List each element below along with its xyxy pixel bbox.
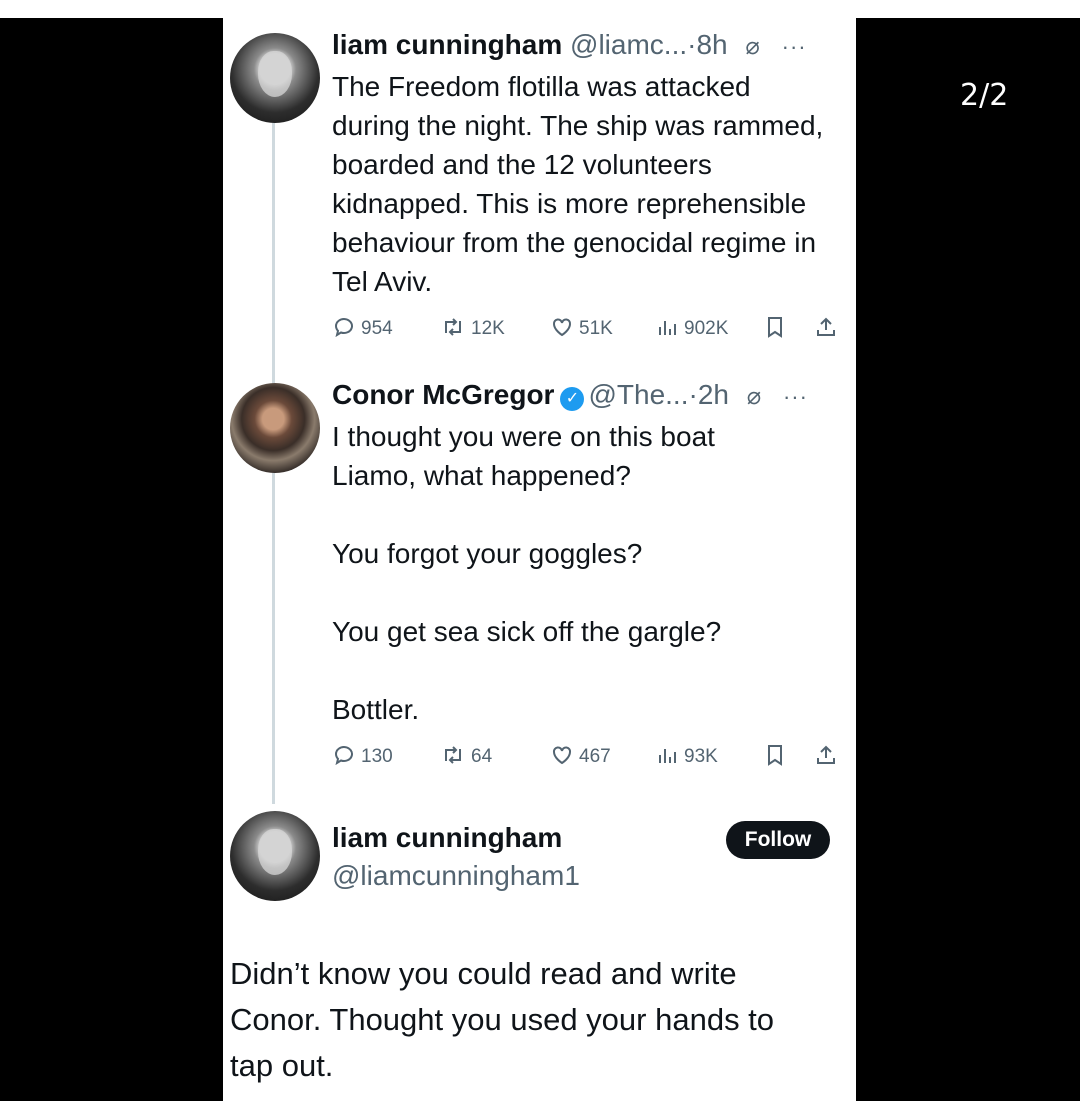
author-handle[interactable]: @liamcunningham1 — [332, 858, 580, 894]
follow-button[interactable]: Follow — [726, 821, 830, 859]
like-count: 467 — [579, 746, 611, 767]
repost-icon — [445, 318, 461, 336]
avatar-liam[interactable] — [230, 33, 320, 123]
reply-button[interactable]: 130 — [332, 742, 393, 772]
bookmark-button[interactable] — [764, 742, 791, 772]
repost-button[interactable]: 64 — [440, 742, 492, 772]
reply-button[interactable]: 954 — [332, 314, 393, 344]
tweet-2-text: I thought you were on this boat Liamo, w… — [332, 421, 722, 725]
more-icon[interactable]: ··· — [783, 384, 808, 409]
more-icon[interactable]: ··· — [782, 34, 807, 59]
reply-text: Didn’t know you could read and write Con… — [230, 956, 775, 1083]
like-button[interactable]: 467 — [550, 742, 611, 772]
bookmark-button[interactable] — [764, 314, 791, 344]
author-handle[interactable]: @The... — [588, 379, 688, 410]
top-edge — [0, 0, 1080, 18]
tweet-1-actions: 954 12K 51K 902K — [332, 314, 842, 344]
like-count: 51K — [579, 318, 613, 339]
page-counter: 2/2 — [960, 78, 1009, 113]
grok-slash-icon[interactable]: ⌀ — [745, 33, 759, 60]
reply-count: 130 — [361, 746, 393, 767]
views-button[interactable]: 902K — [657, 314, 728, 344]
grok-slash-icon[interactable]: ⌀ — [747, 383, 761, 410]
share-button[interactable] — [814, 742, 843, 772]
views-icon — [659, 749, 676, 763]
views-count: 902K — [684, 318, 729, 339]
tweet-time[interactable]: 8h — [696, 29, 727, 60]
tweet-1-text: The Freedom flotilla was attacked during… — [332, 71, 824, 297]
author-name[interactable]: liam cunningham — [332, 29, 562, 60]
repost-count: 12K — [471, 318, 505, 339]
views-icon — [659, 321, 676, 335]
repost-button[interactable]: 12K — [440, 314, 505, 344]
share-icon — [817, 317, 835, 336]
reply-count: 954 — [361, 318, 393, 339]
tweet-time[interactable]: 2h — [698, 379, 729, 410]
author-name[interactable]: liam cunningham — [332, 822, 562, 853]
repost-icon — [445, 746, 461, 764]
tweet-2-header: Conor McGregor ✓ @The...·2h ⌀ ··· — [332, 378, 808, 412]
like-icon — [553, 318, 571, 337]
like-icon — [553, 746, 571, 765]
author-name[interactable]: Conor McGregor — [332, 379, 554, 410]
avatar-liam-reply[interactable] — [230, 811, 320, 901]
reply-icon — [334, 746, 353, 766]
author-handle[interactable]: @liamc... — [570, 29, 687, 60]
views-count: 93K — [684, 746, 718, 767]
reply-icon — [334, 318, 353, 338]
bookmark-icon — [768, 745, 782, 766]
verified-badge-icon: ✓ — [560, 387, 585, 411]
like-button[interactable]: 51K — [550, 314, 613, 344]
share-button[interactable] — [814, 314, 843, 344]
screenshot-card: liam cunningham @liamc...·8h ⌀ ··· The F… — [223, 18, 856, 1101]
repost-count: 64 — [471, 746, 493, 767]
dot-separator: · — [688, 379, 698, 410]
share-icon — [817, 745, 835, 764]
reply-header: liam cunningham — [332, 821, 562, 855]
views-button[interactable]: 93K — [657, 742, 718, 772]
avatar-conor[interactable] — [230, 383, 320, 473]
tweet-1-header: liam cunningham @liamc...·8h ⌀ ··· — [332, 28, 807, 62]
tweet-2-actions: 130 64 467 93K — [332, 742, 842, 772]
bookmark-icon — [768, 317, 782, 338]
